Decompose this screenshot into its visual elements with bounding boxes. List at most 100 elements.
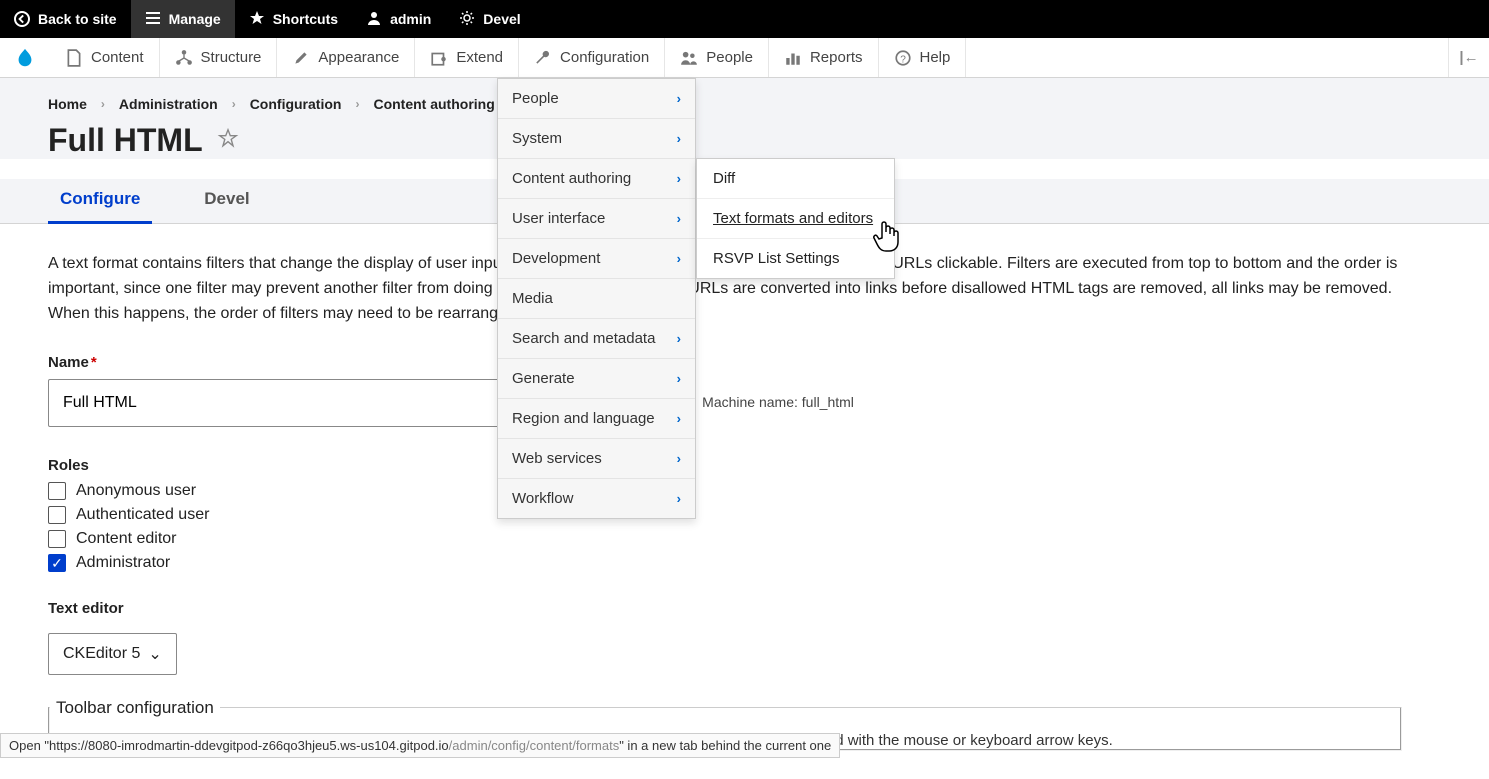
menu-content-label: Content [91,49,144,66]
toolbar-config-legend: Toolbar configuration [50,698,220,718]
dd-development[interactable]: Development› [498,239,695,279]
chevron-right-icon: › [677,331,681,346]
hamburger-icon [145,10,161,29]
chevron-right-icon: › [677,371,681,386]
manage-toggle[interactable]: Manage [131,0,235,38]
role-label: Administrator [76,554,170,572]
menu-help-label: Help [920,49,951,66]
menu-extend[interactable]: Extend [415,38,519,77]
menu-reports[interactable]: Reports [769,38,879,77]
content-authoring-submenu: Diff Text formats and editors RSVP List … [696,158,895,279]
top-black-bar: Back to site Manage Shortcuts admin Deve… [0,0,1489,38]
tab-devel[interactable]: Devel [192,179,261,223]
manage-label: Manage [169,11,221,27]
roles-label: Roles [48,457,1402,474]
gear-icon [459,10,475,29]
dd-system[interactable]: System› [498,119,695,159]
dd-people[interactable]: People› [498,79,695,119]
menu-people[interactable]: People [665,38,769,77]
puzzle-icon [430,49,448,67]
admin-menu-bar: Content Structure Appearance Extend Conf… [0,38,1489,78]
page-title: Full HTML [48,122,1441,159]
shortcuts-label: Shortcuts [273,11,338,27]
page-title-text: Full HTML [48,122,203,159]
menu-configuration[interactable]: Configuration [519,38,665,77]
sm-diff[interactable]: Diff [697,159,894,199]
name-label: Name* [48,354,1402,371]
menu-reports-label: Reports [810,49,863,66]
role-anonymous[interactable]: Anonymous user [48,482,1402,500]
dd-workflow[interactable]: Workflow› [498,479,695,518]
chevron-right-icon: › [677,211,681,226]
dd-content-authoring[interactable]: Content authoring› [498,159,695,199]
checkbox-checked-icon: ✓ [48,554,66,572]
breadcrumb-home[interactable]: Home [48,96,87,112]
configuration-dropdown: People› System› Content authoring› User … [497,78,696,519]
menu-structure[interactable]: Structure [160,38,278,77]
text-editor-label: Text editor [48,600,1402,617]
chevron-right-icon: › [677,131,681,146]
dd-user-interface[interactable]: User interface› [498,199,695,239]
toolbar-collapse-icon[interactable]: |← [1449,38,1489,77]
dd-web-services[interactable]: Web services› [498,439,695,479]
wrench-icon [534,49,552,67]
role-label: Content editor [76,530,177,548]
chevron-right-icon: › [677,251,681,266]
tree-icon [175,49,193,67]
role-authenticated[interactable]: Authenticated user [48,506,1402,524]
role-administrator[interactable]: ✓ Administrator [48,554,1402,572]
role-content-editor[interactable]: Content editor [48,530,1402,548]
text-editor-select[interactable]: CKEditor 5 ⌄ [48,633,177,675]
breadcrumb-content-authoring[interactable]: Content authoring [373,96,494,112]
favorite-star-icon[interactable] [217,127,239,155]
menu-help[interactable]: ? Help [879,38,967,77]
machine-name-label: Machine name: full_html [702,394,854,410]
brush-icon [292,49,310,67]
tab-configure[interactable]: Configure [48,179,152,223]
chevron-right-icon: › [677,411,681,426]
admin-user-link[interactable]: admin [352,0,445,38]
dd-media[interactable]: Media [498,279,695,319]
shortcuts-link[interactable]: Shortcuts [235,0,352,38]
devel-link-top[interactable]: Devel [445,0,534,38]
sm-text-formats[interactable]: Text formats and editors [697,199,894,239]
back-to-site-link[interactable]: Back to site [0,0,131,38]
drupal-logo-icon[interactable] [0,38,50,77]
dd-generate[interactable]: Generate› [498,359,695,399]
status-suffix: " in a new tab behind the current one [619,738,831,753]
chart-icon [784,49,802,67]
select-value: CKEditor 5 [63,645,140,663]
role-label: Anonymous user [76,482,196,500]
chevron-down-icon: ⌄ [148,644,161,664]
chevron-right-icon: › [677,91,681,106]
chevron-right-icon: › [677,171,681,186]
menu-configuration-label: Configuration [560,49,649,66]
breadcrumb: Home› Administration› Configuration› Con… [48,96,1441,112]
sm-rsvp-list[interactable]: RSVP List Settings [697,239,894,278]
checkbox-icon [48,482,66,500]
breadcrumb-admin[interactable]: Administration [119,96,218,112]
menu-extend-label: Extend [456,49,503,66]
menu-content[interactable]: Content [50,38,160,77]
breadcrumb-config[interactable]: Configuration [250,96,342,112]
checkbox-icon [48,506,66,524]
file-icon [65,49,83,67]
status-path: /admin/config/content/formats [449,738,620,753]
checkbox-icon [48,530,66,548]
menu-appearance-label: Appearance [318,49,399,66]
people-icon [680,49,698,67]
menu-people-label: People [706,49,753,66]
name-field-group: Name* Machine name: full_html [48,354,1402,427]
status-tooltip: Open "https://8080-imrodmartin-ddevgitpo… [0,733,840,758]
admin-label: admin [390,11,431,27]
status-prefix: Open "https://8080-imrodmartin-ddevgitpo… [9,738,449,753]
dd-region-language[interactable]: Region and language› [498,399,695,439]
back-arrow-icon [14,11,30,27]
help-icon: ? [894,49,912,67]
menu-appearance[interactable]: Appearance [277,38,415,77]
devel-label: Devel [483,11,520,27]
cursor-pointer-icon [872,218,906,261]
dd-search-metadata[interactable]: Search and metadata› [498,319,695,359]
menu-structure-label: Structure [201,49,262,66]
svg-text:?: ? [900,54,906,65]
